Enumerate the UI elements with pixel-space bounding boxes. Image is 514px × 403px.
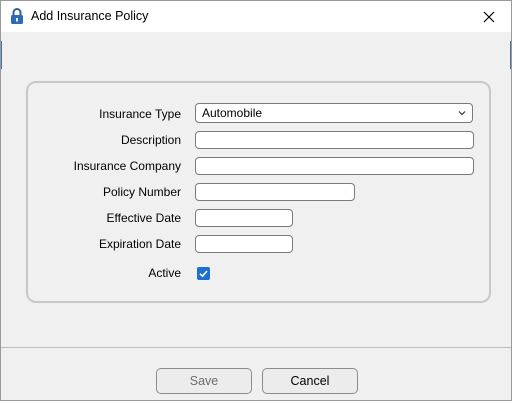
close-button[interactable]	[469, 1, 509, 32]
title-bar: Add Insurance Policy	[1, 1, 511, 32]
background-window-edge	[510, 41, 511, 69]
close-icon	[483, 11, 495, 22]
expiration-date-label: Expiration Date	[98, 237, 181, 251]
policy-number-label: Policy Number	[102, 185, 181, 199]
insurance-type-label: Insurance Type	[99, 107, 181, 121]
description-field[interactable]	[195, 131, 474, 149]
padlock-icon	[11, 8, 23, 24]
background-window-edge	[1, 41, 2, 69]
dialog-window: Add Insurance Policy Insurance Type Auto…	[0, 0, 512, 401]
chevron-down-icon	[458, 111, 466, 116]
insurance-type-select[interactable]: Automobile	[195, 103, 473, 123]
policy-number-field[interactable]	[195, 183, 355, 201]
insurance-company-field[interactable]	[195, 157, 474, 175]
active-label: Active	[148, 266, 181, 280]
cancel-button[interactable]: Cancel	[262, 368, 358, 394]
active-checkbox[interactable]	[197, 267, 210, 280]
footer-separator	[1, 347, 511, 348]
insurance-company-label: Insurance Company	[73, 159, 181, 173]
description-label: Description	[120, 133, 181, 147]
effective-date-field[interactable]	[195, 209, 293, 227]
save-button[interactable]: Save	[156, 368, 252, 394]
expiration-date-field[interactable]	[195, 235, 293, 253]
insurance-type-value: Automobile	[202, 106, 263, 120]
checkmark-icon	[199, 270, 208, 278]
window-title: Add Insurance Policy	[31, 9, 149, 23]
effective-date-label: Effective Date	[106, 211, 181, 225]
